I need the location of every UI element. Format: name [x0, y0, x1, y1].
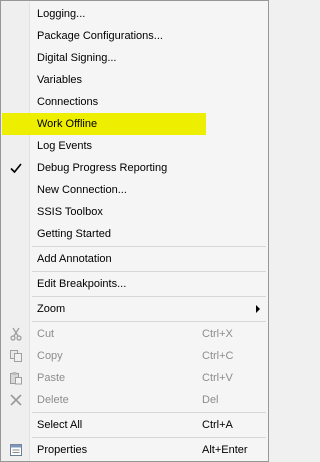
scissors-icon	[8, 326, 24, 342]
chevron-right-icon	[256, 305, 260, 313]
menu-item-label: Package Configurations...	[37, 30, 163, 42]
menu-item-label: Delete	[37, 394, 69, 406]
menu-item-copy[interactable]: Copy Ctrl+C	[1, 345, 268, 367]
menu-item-shortcut: Alt+Enter	[202, 444, 248, 456]
menu-item-label: Add Annotation	[37, 253, 112, 265]
menu-item-label: Digital Signing...	[37, 52, 117, 64]
menu-item-paste[interactable]: Paste Ctrl+V	[1, 367, 268, 389]
menu-item-new-connection[interactable]: New Connection...	[1, 179, 268, 201]
menu-item-label: Variables	[37, 74, 83, 86]
menu-item-label: SSIS Toolbox	[37, 206, 103, 218]
menu-item-label: Log Events	[37, 140, 93, 152]
menu-item-edit-breakpoints[interactable]: Edit Breakpoints...	[1, 273, 268, 295]
menu-item-label: Copy	[37, 350, 63, 362]
menu-item-label: Paste	[37, 372, 66, 384]
menu-item-label: New Connection...	[37, 184, 127, 196]
menu-item-label: Getting Started	[37, 228, 111, 240]
menu-item-label: Connections	[37, 96, 99, 108]
menu-item-cut[interactable]: Cut Ctrl+X	[1, 323, 268, 345]
menu-item-work-offline[interactable]: Work Offline	[1, 113, 268, 135]
menu-item-getting-started[interactable]: Getting Started	[1, 223, 268, 245]
menu-item-properties[interactable]: Properties Alt+Enter	[1, 439, 268, 461]
paste-icon	[8, 370, 24, 386]
menu-item-ssis-toolbox[interactable]: SSIS Toolbox	[1, 201, 268, 223]
menu-item-label: Work Offline	[37, 118, 98, 130]
menu-item-shortcut: Ctrl+X	[202, 328, 233, 340]
menu-item-shortcut: Ctrl+V	[202, 372, 233, 384]
menu-item-label: Zoom	[37, 303, 66, 315]
properties-icon	[8, 442, 24, 458]
menu-item-log-events[interactable]: Log Events	[1, 135, 268, 157]
menu-item-shortcut: Ctrl+A	[202, 419, 233, 431]
menu-item-label: Logging...	[37, 8, 86, 20]
context-menu: Logging... Package Configurations... Dig…	[0, 0, 269, 462]
menu-item-debug-progress-reporting[interactable]: Debug Progress Reporting	[1, 157, 268, 179]
check-icon	[8, 160, 24, 176]
menu-item-label: Debug Progress Reporting	[37, 162, 168, 174]
menu-item-connections[interactable]: Connections	[1, 91, 268, 113]
menu-item-label: Select All	[37, 419, 83, 431]
menu-item-shortcut: Del	[202, 394, 219, 406]
menu-item-label: Cut	[37, 328, 55, 340]
menu-item-variables[interactable]: Variables	[1, 69, 268, 91]
menu-item-label: Properties	[37, 444, 88, 456]
menu-item-label: Edit Breakpoints...	[37, 278, 127, 290]
menu-item-select-all[interactable]: Select All Ctrl+A	[1, 414, 268, 436]
menu-item-zoom[interactable]: Zoom	[1, 298, 268, 320]
copy-icon	[8, 348, 24, 364]
menu-item-shortcut: Ctrl+C	[202, 350, 234, 362]
menu-item-package-configurations[interactable]: Package Configurations...	[1, 25, 268, 47]
menu-item-add-annotation[interactable]: Add Annotation	[1, 248, 268, 270]
delete-x-icon	[8, 392, 24, 408]
menu-item-delete[interactable]: Delete Del	[1, 389, 268, 411]
menu-item-digital-signing[interactable]: Digital Signing...	[1, 47, 268, 69]
menu-items: Logging... Package Configurations... Dig…	[1, 3, 268, 461]
menu-item-logging[interactable]: Logging...	[1, 3, 268, 25]
